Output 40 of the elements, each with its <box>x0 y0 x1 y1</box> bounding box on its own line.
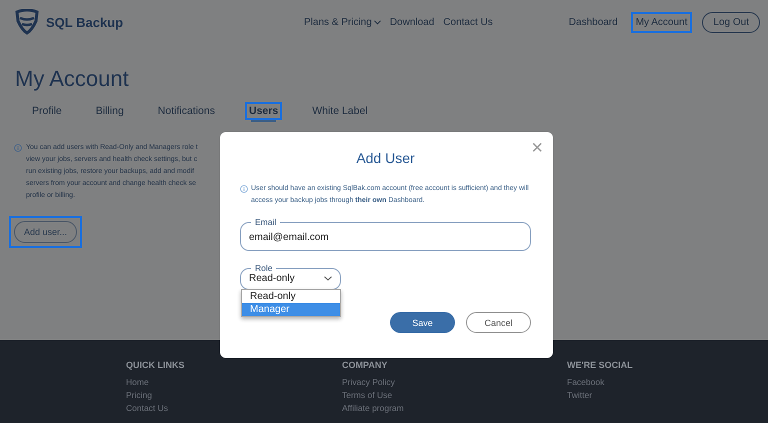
brand-name: SQL Backup <box>46 14 124 30</box>
nav-link[interactable]: Contact Us <box>443 16 493 28</box>
footer-heading: WE'RE SOCIAL <box>567 360 634 370</box>
shield-logo-icon <box>14 9 40 35</box>
tab[interactable]: White Label <box>308 102 372 120</box>
info-icon <box>240 185 248 193</box>
chevron-down-icon <box>324 276 332 281</box>
email-field[interactable]: Email email@email.com <box>240 217 531 251</box>
tab[interactable]: Billing <box>92 102 128 120</box>
nav-link[interactable]: Download <box>390 16 434 28</box>
close-button[interactable]: × <box>531 138 543 158</box>
tab[interactable]: Users <box>244 102 282 120</box>
field-label: Role <box>254 263 274 273</box>
select-value: Read-only <box>249 273 295 284</box>
save-button[interactable]: Save <box>390 312 455 333</box>
info-icon <box>14 144 22 152</box>
tab[interactable]: Notifications <box>154 102 219 120</box>
email-input[interactable]: email@email.com <box>249 232 522 243</box>
logout-button[interactable]: Log Out <box>702 12 760 32</box>
cancel-button[interactable]: Cancel <box>466 312 531 333</box>
nav-link[interactable]: Plans & Pricing <box>304 16 381 28</box>
tab[interactable]: Profile <box>28 102 66 120</box>
footer-link[interactable]: Contact Us <box>126 402 342 415</box>
nav-link[interactable]: Dashboard <box>564 12 623 32</box>
field-label: Email <box>254 217 278 227</box>
footer-heading: COMPANY <box>342 360 388 370</box>
add-user-button[interactable]: Add user... <box>14 221 78 243</box>
nav-link[interactable]: My Account <box>630 12 692 32</box>
footer-link[interactable]: Facebook <box>567 376 768 389</box>
footer-link[interactable]: Affiliate program <box>342 402 567 415</box>
footer-link[interactable]: Privacy Policy <box>342 376 567 389</box>
footer-link[interactable]: Terms of Use <box>342 389 567 402</box>
page-title: My Account <box>15 66 130 92</box>
footer-link[interactable]: Twitter <box>567 389 768 402</box>
dropdown-option[interactable]: Manager <box>242 303 340 316</box>
dialog-title: Add User <box>355 150 416 166</box>
footer-link[interactable]: Home <box>126 376 342 389</box>
footer-heading: QUICK LINKS <box>126 360 186 370</box>
footer-link[interactable]: Pricing <box>126 389 342 402</box>
dropdown-option[interactable]: Read-only <box>242 290 340 303</box>
